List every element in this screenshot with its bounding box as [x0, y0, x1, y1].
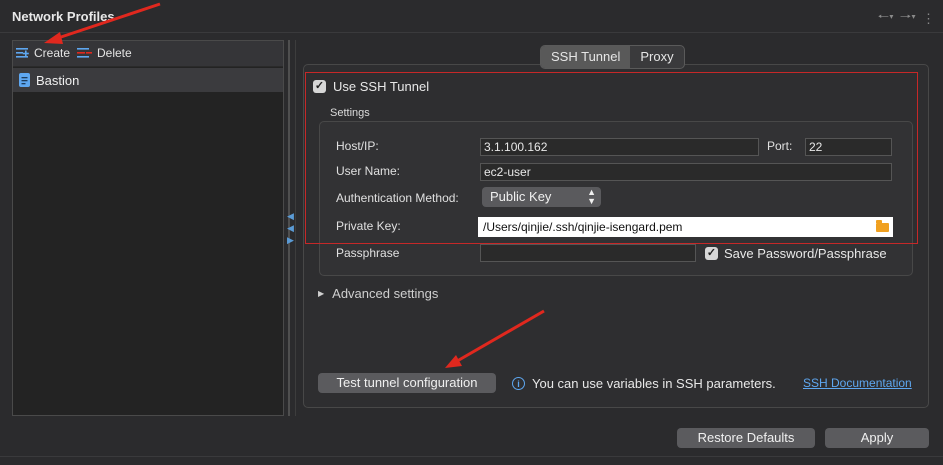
arrow-to-create-icon [44, 2, 161, 44]
annotation-arrows [44, 2, 545, 368]
arrow-to-test-button-icon [445, 309, 545, 368]
